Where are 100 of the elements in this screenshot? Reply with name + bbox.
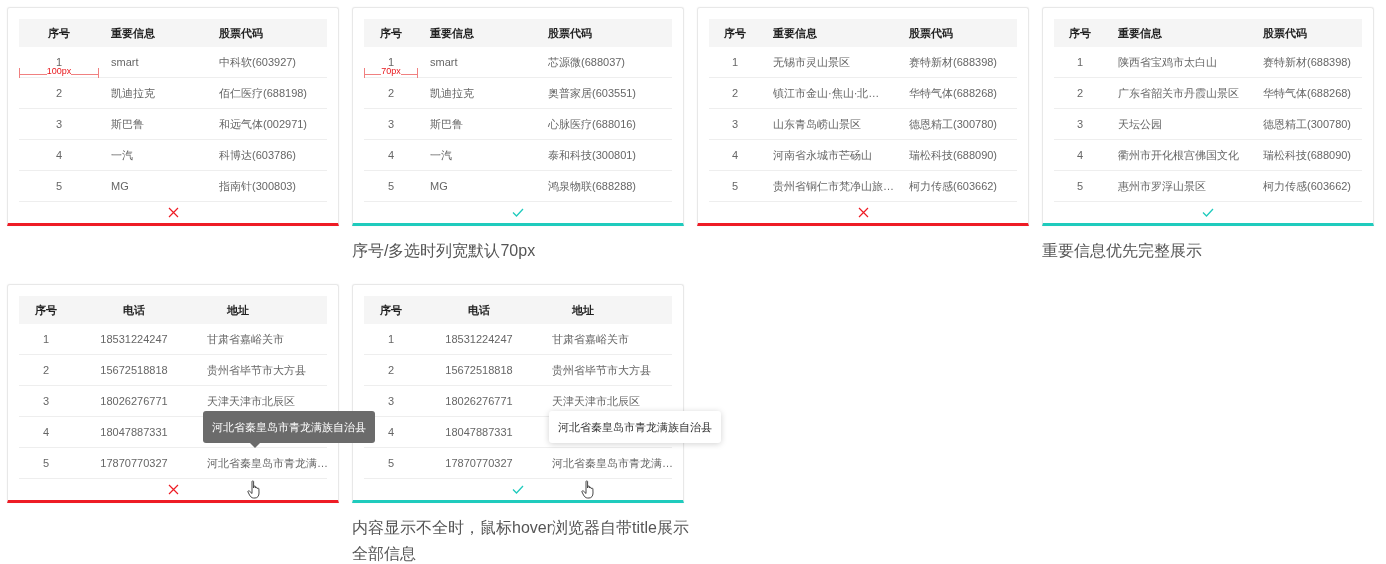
table-cell-text: 德恩精工(300780) xyxy=(1262,116,1353,132)
table-cell-text: 5 xyxy=(41,456,51,471)
column-header: 股票代码 xyxy=(908,25,954,41)
table-cell-text: 3 xyxy=(386,117,396,132)
table-cell-text: 镇江市金山·焦山·北… xyxy=(772,85,881,101)
table-cell-text: 华特气体(688268) xyxy=(908,85,999,101)
table-cell-text: 心脉医疗(688016) xyxy=(547,116,638,132)
table-cell-text: 赛特新材(688398) xyxy=(1262,54,1353,70)
table-cell-text: 5 xyxy=(1075,179,1085,194)
column-header: 序号 xyxy=(723,25,747,41)
column-header: 重要信息 xyxy=(772,25,818,41)
table-cell-text: 天津天津市北辰区 xyxy=(551,393,641,409)
table-cell-text: 瑞松科技(688090) xyxy=(908,147,999,163)
table-cell-text: 18531224247 xyxy=(444,332,514,347)
table-cell-text: 17870770327 xyxy=(99,456,169,471)
table-cell-text: 衢州市开化根宫佛国文化 xyxy=(1117,147,1240,163)
table-cell-text: 3 xyxy=(386,394,396,409)
column-header: 电话 xyxy=(122,302,146,318)
table-cell-text: 芯源微(688037) xyxy=(547,54,627,70)
column-header: 重要信息 xyxy=(429,25,475,41)
caption: 内容显示不全时，鼠标hover浏览器自带title展示全部信息 xyxy=(352,518,690,564)
table-cell-text: 斯巴鲁 xyxy=(429,116,464,132)
table-cell-text: 德恩精工(300780) xyxy=(908,116,999,132)
table-cell-text: 1 xyxy=(1075,55,1085,70)
hand-cursor-icon xyxy=(247,480,263,499)
table-cell-text: 贵州省毕节市大方县 xyxy=(551,362,652,378)
table-cell-text: 18026276771 xyxy=(444,394,514,409)
column-header: 序号 xyxy=(379,25,403,41)
table-cell-text: 柯力传感(603662) xyxy=(908,178,999,194)
column-header: 股票代码 xyxy=(1262,25,1308,41)
table-cell-text: 4 xyxy=(54,148,64,163)
table-cell-text: 1 xyxy=(730,55,740,70)
table-cell-text: 和远气体(002971) xyxy=(218,116,309,132)
table-cell-text: 18026276771 xyxy=(99,394,169,409)
column-header: 序号 xyxy=(379,302,403,318)
cross-icon xyxy=(167,207,179,218)
table-cell-text: 5 xyxy=(386,179,396,194)
width-ruler: 70px xyxy=(364,68,418,78)
table-cell-text: 3 xyxy=(1075,117,1085,132)
table-cell-text: smart xyxy=(429,55,459,70)
table-cell-text: 一汽 xyxy=(110,147,134,163)
table-cell-text: 4 xyxy=(730,148,740,163)
table-cell-text: 2 xyxy=(41,363,51,378)
column-header: 股票代码 xyxy=(547,25,593,41)
table-cell-text: 天津天津市北辰区 xyxy=(206,393,296,409)
table-cell-text: 凯迪拉克 xyxy=(429,85,475,101)
hand-cursor-icon xyxy=(581,480,597,499)
table-cell-text: 1 xyxy=(41,332,51,347)
caption: 序号/多选时列宽默认70px xyxy=(352,241,537,261)
table-cell-text: 指南针(300803) xyxy=(218,178,298,194)
table-cell-text: 15672518818 xyxy=(99,363,169,378)
column-header: 股票代码 xyxy=(218,25,264,41)
table-cell-text: 凯迪拉克 xyxy=(110,85,156,101)
table-cell-text: 中科软(603927) xyxy=(218,54,298,70)
check-icon xyxy=(512,485,524,494)
table-cell-text: 1 xyxy=(386,332,396,347)
table-cell-text: 河南省永城市芒砀山 xyxy=(772,147,873,163)
table-cell-text: 甘肃省嘉峪关市 xyxy=(206,331,285,347)
column-header: 地址 xyxy=(226,302,250,318)
column-header: 序号 xyxy=(34,302,58,318)
table-cell-text: 天坛公园 xyxy=(1117,116,1163,132)
table-cell-text: 2 xyxy=(1075,86,1085,101)
table-cell-text: 无锡市灵山景区 xyxy=(772,54,851,70)
table-cell-text: 17870770327 xyxy=(444,456,514,471)
table-cell-text: 河北省秦皇岛市青龙满… xyxy=(206,455,329,471)
width-ruler: 100px xyxy=(19,68,99,78)
table-cell-text: 河北省秦皇岛市青龙满… xyxy=(551,455,674,471)
tooltip: 河北省秦皇岛市青龙满族自治县 xyxy=(203,411,375,443)
table-cell-text: smart xyxy=(110,55,140,70)
table-cell-text: 一汽 xyxy=(429,147,453,163)
table-cell-text: 4 xyxy=(386,425,396,440)
table-cell-text: 华特气体(688268) xyxy=(1262,85,1353,101)
table-cell-text: MG xyxy=(110,179,130,194)
table-cell-text: MG xyxy=(429,179,449,194)
table-cell: 1 70px xyxy=(364,47,418,77)
table-cell-text: 山东青岛崂山景区 xyxy=(772,116,862,132)
column-header: 电话 xyxy=(467,302,491,318)
table-cell-text: 斯巴鲁 xyxy=(110,116,145,132)
table-cell-text: 3 xyxy=(41,394,51,409)
table-cell-text: 2 xyxy=(54,86,64,101)
table-cell-text: 4 xyxy=(386,148,396,163)
check-icon xyxy=(512,208,524,217)
column-header: 序号 xyxy=(47,25,71,41)
column-header: 序号 xyxy=(1068,25,1092,41)
table-cell-text: 3 xyxy=(54,117,64,132)
table-cell-text: 2 xyxy=(386,363,396,378)
table-cell-text: 佰仁医疗(688198) xyxy=(218,85,309,101)
table-cell-text: 18047887331 xyxy=(99,425,169,440)
table-cell-text: 鸿泉物联(688288) xyxy=(547,178,638,194)
column-header: 重要信息 xyxy=(110,25,156,41)
table-cell-text: 2 xyxy=(386,86,396,101)
table-cell-text: 5 xyxy=(386,456,396,471)
table-cell: 1 100px xyxy=(19,47,99,77)
table-cell-text: 泰和科技(300801) xyxy=(547,147,638,163)
table-cell-text: 5 xyxy=(54,179,64,194)
table-cell-text: 陕西省宝鸡市太白山 xyxy=(1117,54,1218,70)
table-cell-text: 柯力传感(603662) xyxy=(1262,178,1353,194)
table-cell-text: 4 xyxy=(1075,148,1085,163)
column-header: 重要信息 xyxy=(1117,25,1163,41)
table-cell-text: 甘肃省嘉峪关市 xyxy=(551,331,630,347)
